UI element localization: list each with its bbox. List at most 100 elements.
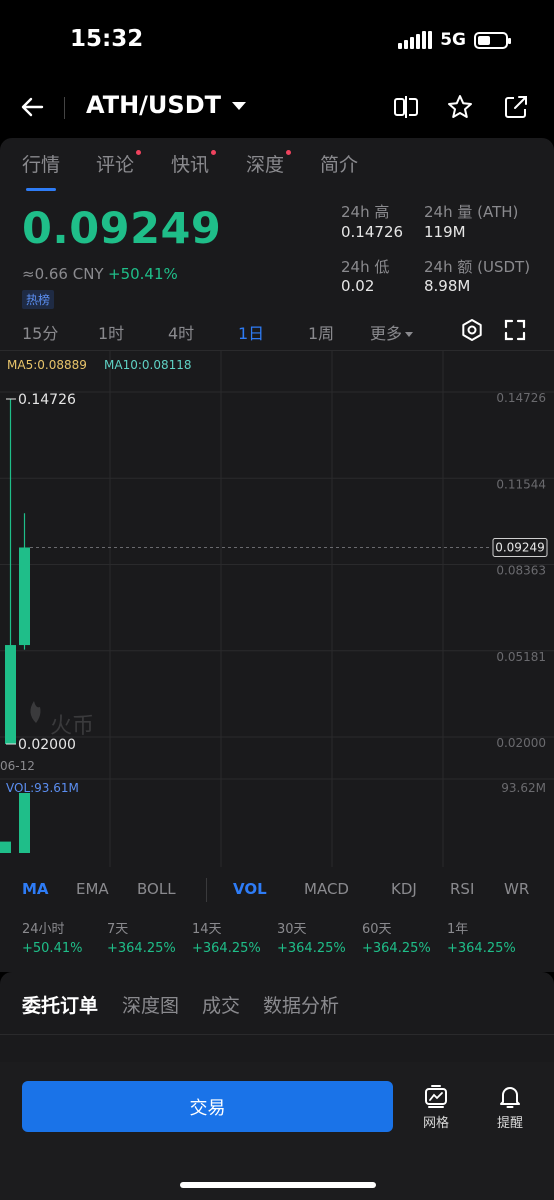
- tab-depth-chart[interactable]: 深度图: [122, 991, 179, 1018]
- period-1h[interactable]: 1时: [98, 320, 124, 344]
- settings-icon[interactable]: [460, 318, 484, 342]
- bell-icon: [500, 1087, 520, 1108]
- market-panel: 行情 评论 快讯 深度 简介 0.09249 ≈0.66 CNY +50.41%…: [0, 138, 554, 972]
- status-bar: 15:32 5G: [0, 0, 554, 80]
- y-tick-label: 0.02000: [496, 736, 546, 750]
- battery-icon: [474, 31, 511, 49]
- period-1d[interactable]: 1日: [238, 320, 264, 344]
- perf-label-60d: 60天: [362, 922, 392, 937]
- perf-label-24h: 24小时: [22, 922, 65, 937]
- volume-value: 119M: [424, 223, 466, 241]
- y-tick-label: 0.08363: [496, 564, 546, 578]
- period-more[interactable]: 更多: [370, 320, 414, 344]
- candle-body: [19, 547, 30, 646]
- perf-value-24h: +50.41%: [22, 941, 83, 956]
- indicator-kdj[interactable]: KDJ: [391, 880, 417, 898]
- amount-label: 24h 额 (USDT): [424, 258, 531, 276]
- indicator-ema[interactable]: EMA: [76, 880, 109, 898]
- min-price-label: 0.02000: [18, 737, 76, 753]
- volume-max-label: 93.62M: [501, 781, 546, 795]
- star-icon[interactable]: [446, 93, 474, 121]
- hot-badge[interactable]: 热榜: [22, 290, 55, 309]
- perf-value-30d: +364.25%: [277, 941, 346, 956]
- volume-label: 24h 量 (ATH): [424, 203, 519, 221]
- notification-dot: [286, 150, 292, 155]
- alert-button[interactable]: 提醒: [485, 1084, 535, 1134]
- perf-value-60d: +364.25%: [362, 941, 431, 956]
- watermark-text: 火币: [50, 714, 94, 739]
- indicator-boll[interactable]: BOLL: [137, 880, 176, 898]
- tab-analysis[interactable]: 数据分析: [263, 991, 339, 1018]
- amount-value: 8.98M: [424, 277, 471, 295]
- tab-trades[interactable]: 成交: [202, 991, 240, 1018]
- active-tab-indicator: [26, 188, 56, 191]
- notification-dot: [136, 150, 142, 155]
- tab-orders[interactable]: 委托订单: [22, 991, 98, 1018]
- volume-bar: [0, 841, 11, 853]
- ma5-label: MA5:0.08889: [7, 358, 87, 372]
- grid-label: 网格: [422, 1116, 449, 1131]
- current-price-label: 0.09249: [495, 540, 545, 554]
- indicator-ma[interactable]: MA: [22, 880, 49, 898]
- notification-dot: [211, 150, 217, 155]
- chevron-down-icon: [405, 332, 414, 337]
- tab-depth[interactable]: 深度: [246, 150, 292, 177]
- fullscreen-icon[interactable]: [503, 318, 527, 342]
- indicator-wr[interactable]: WR: [504, 880, 529, 898]
- tab-label: 简介: [320, 154, 359, 176]
- signal-icon: [398, 31, 433, 49]
- status-time: 15:32: [70, 26, 144, 52]
- perf-value-14d: +364.25%: [192, 941, 261, 956]
- grid-button[interactable]: 网格: [411, 1084, 461, 1134]
- low-label: 24h 低: [341, 258, 390, 276]
- indicator-vol[interactable]: VOL: [233, 880, 267, 898]
- tab-label: 快讯: [171, 154, 210, 176]
- tab-label: 行情: [22, 154, 61, 176]
- watermark-flame-icon: [30, 701, 41, 723]
- performance-row: 24小时 +50.41% 7天 +364.25% 14天 +364.25% 30…: [0, 918, 554, 968]
- volume-label: VOL:93.61M: [6, 781, 79, 795]
- indicator-macd[interactable]: MACD: [304, 880, 349, 898]
- indicator-rsi[interactable]: RSI: [450, 880, 474, 898]
- low-value: 0.02: [341, 277, 375, 295]
- period-1w[interactable]: 1周: [308, 320, 334, 344]
- battery-level: [478, 35, 490, 45]
- price-change: +50.41%: [108, 265, 178, 283]
- status-indicators: 5G: [398, 30, 511, 50]
- perf-label-1y: 1年: [447, 922, 469, 937]
- perf-value-7d: +364.25%: [107, 941, 176, 956]
- period-4h[interactable]: 4时: [168, 320, 194, 344]
- share-icon[interactable]: [502, 93, 530, 121]
- action-bar: 交易 网格 提醒: [0, 1062, 554, 1200]
- perf-label-14d: 14天: [192, 922, 222, 937]
- tab-label: 评论: [96, 154, 135, 176]
- grid-bot-icon: [425, 1085, 447, 1108]
- tab-intro[interactable]: 简介: [320, 150, 358, 177]
- kline-svg: 0.147260.115440.083630.051810.02000火币0.0…: [0, 351, 554, 867]
- kline-chart[interactable]: 0.14726 0.11544 0.08363 0.05181 0.02000 火币 0.0…: [0, 350, 554, 870]
- network-label: 5G: [440, 30, 466, 50]
- candle-body: [5, 645, 16, 744]
- high-label: 24h 高: [341, 203, 390, 221]
- tab-market[interactable]: 行情: [22, 150, 60, 177]
- back-arrow-icon[interactable]: [18, 92, 48, 122]
- ma10-label: MA10:0.08118: [104, 358, 192, 372]
- split-view-icon[interactable]: [392, 93, 420, 121]
- tab-comments[interactable]: 评论: [96, 150, 142, 177]
- pair-dropdown-icon[interactable]: [232, 102, 246, 110]
- tab-label: 深度: [246, 154, 285, 176]
- perf-value-1y: +364.25%: [447, 941, 516, 956]
- cny-price: ≈0.66 CNY: [22, 265, 104, 283]
- pair-title[interactable]: ATH/USDT: [86, 91, 221, 119]
- perf-label-7d: 7天: [107, 922, 129, 937]
- alert-label: 提醒: [496, 1116, 523, 1131]
- last-price: 0.09249: [22, 204, 222, 254]
- header-divider: [64, 97, 65, 119]
- y-tick-label: 0.11544: [496, 477, 546, 491]
- tab-news[interactable]: 快讯: [171, 150, 217, 177]
- trade-button[interactable]: 交易: [22, 1081, 393, 1132]
- perf-label-30d: 30天: [277, 922, 307, 937]
- volume-bar: [19, 793, 30, 853]
- period-15m[interactable]: 15分: [22, 320, 58, 344]
- home-indicator: [180, 1182, 376, 1188]
